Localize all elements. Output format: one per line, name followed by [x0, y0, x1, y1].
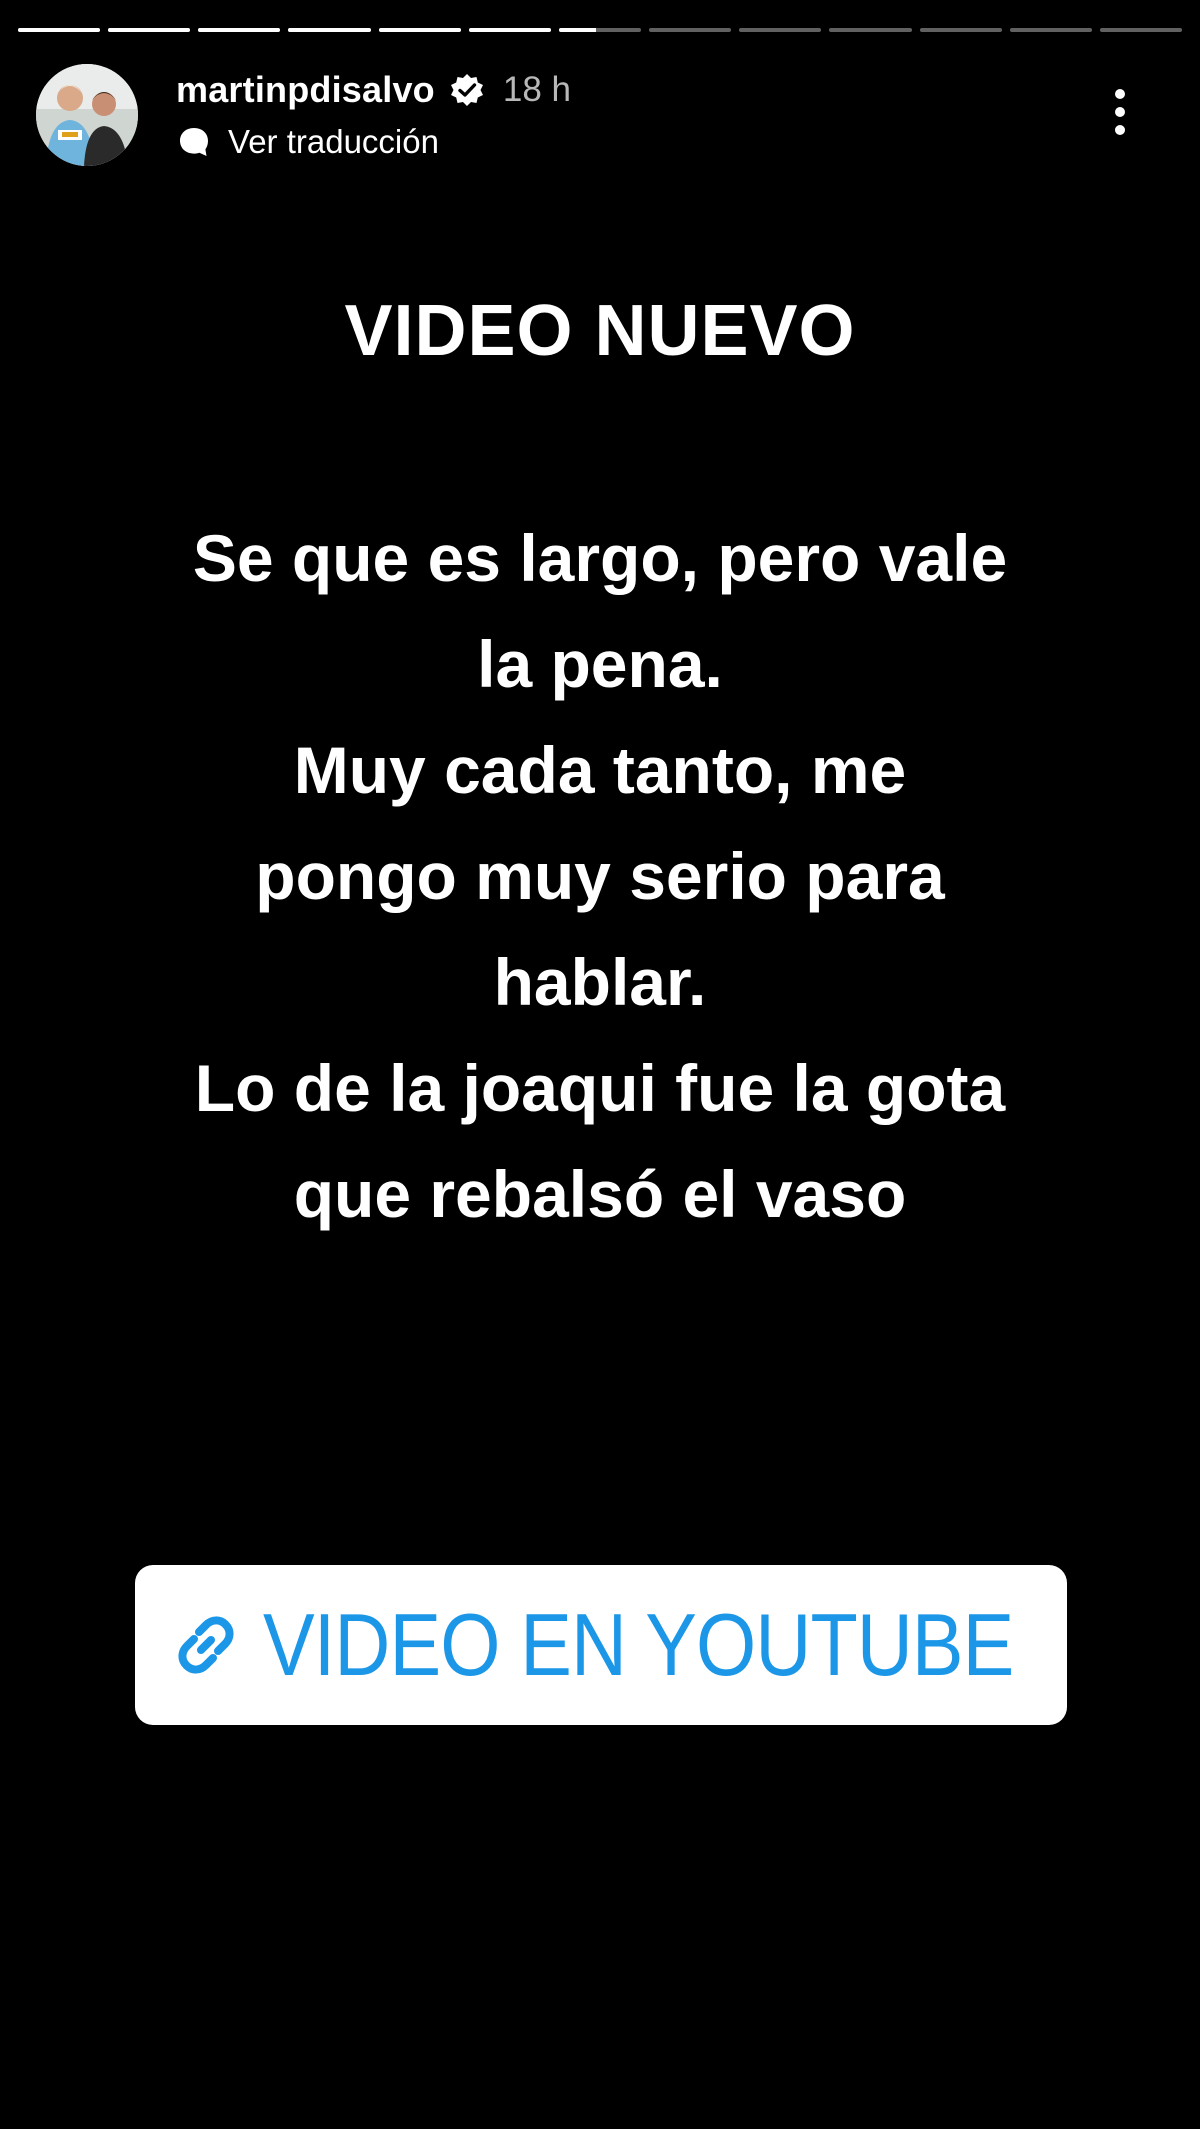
- story-header: martinpdisalvo 18 h Ver traducción: [36, 62, 1164, 172]
- message-line: pongo muy serio para: [255, 839, 945, 913]
- more-options-button[interactable]: [1110, 84, 1130, 144]
- post-time: 18 h: [502, 70, 571, 109]
- progress-segment: [198, 28, 281, 32]
- username[interactable]: martinpdisalvo: [176, 69, 435, 111]
- story-message: Se que es largo, pero vale la pena. Muy …: [60, 505, 1140, 1247]
- story-progress-bar: [18, 28, 1183, 33]
- progress-segment: [829, 28, 912, 32]
- message-line: que rebalsó el vaso: [293, 1157, 907, 1231]
- message-line: Muy cada tanto, me: [293, 733, 907, 807]
- message-line: Se que es largo, pero vale: [192, 521, 1008, 595]
- progress-segment: [108, 28, 191, 32]
- link-icon: [167, 1606, 245, 1684]
- progress-segment: [1009, 28, 1092, 32]
- avatar[interactable]: [36, 64, 138, 166]
- translate-bubble-icon: [176, 124, 212, 160]
- progress-segment: [18, 28, 101, 32]
- progress-segment: [1099, 28, 1183, 32]
- message-line: la pena.: [477, 627, 723, 701]
- progress-segment: [739, 28, 822, 32]
- progress-segment: [288, 28, 371, 32]
- message-line: Lo de la joaqui fue la gota: [194, 1051, 1006, 1125]
- youtube-link-sticker[interactable]: VIDEO EN YOUTUBE: [135, 1565, 1067, 1725]
- link-sticker-label: VIDEO EN YOUTUBE: [262, 1595, 1014, 1694]
- avatar-photo: [36, 64, 138, 166]
- username-row: martinpdisalvo 18 h: [176, 64, 571, 116]
- verified-badge-icon: [449, 72, 485, 108]
- progress-segment: [558, 28, 642, 32]
- progress-segment: [649, 28, 732, 32]
- progress-segment: [919, 28, 1002, 32]
- story-headline: VIDEO NUEVO: [344, 291, 856, 371]
- message-line: hablar.: [493, 945, 707, 1019]
- progress-segment: [378, 28, 461, 32]
- progress-segment: [468, 28, 551, 32]
- see-translation-label: Ver traducción: [228, 123, 439, 160]
- more-vertical-icon: [1115, 89, 1125, 135]
- see-translation-button[interactable]: Ver traducción: [176, 118, 439, 166]
